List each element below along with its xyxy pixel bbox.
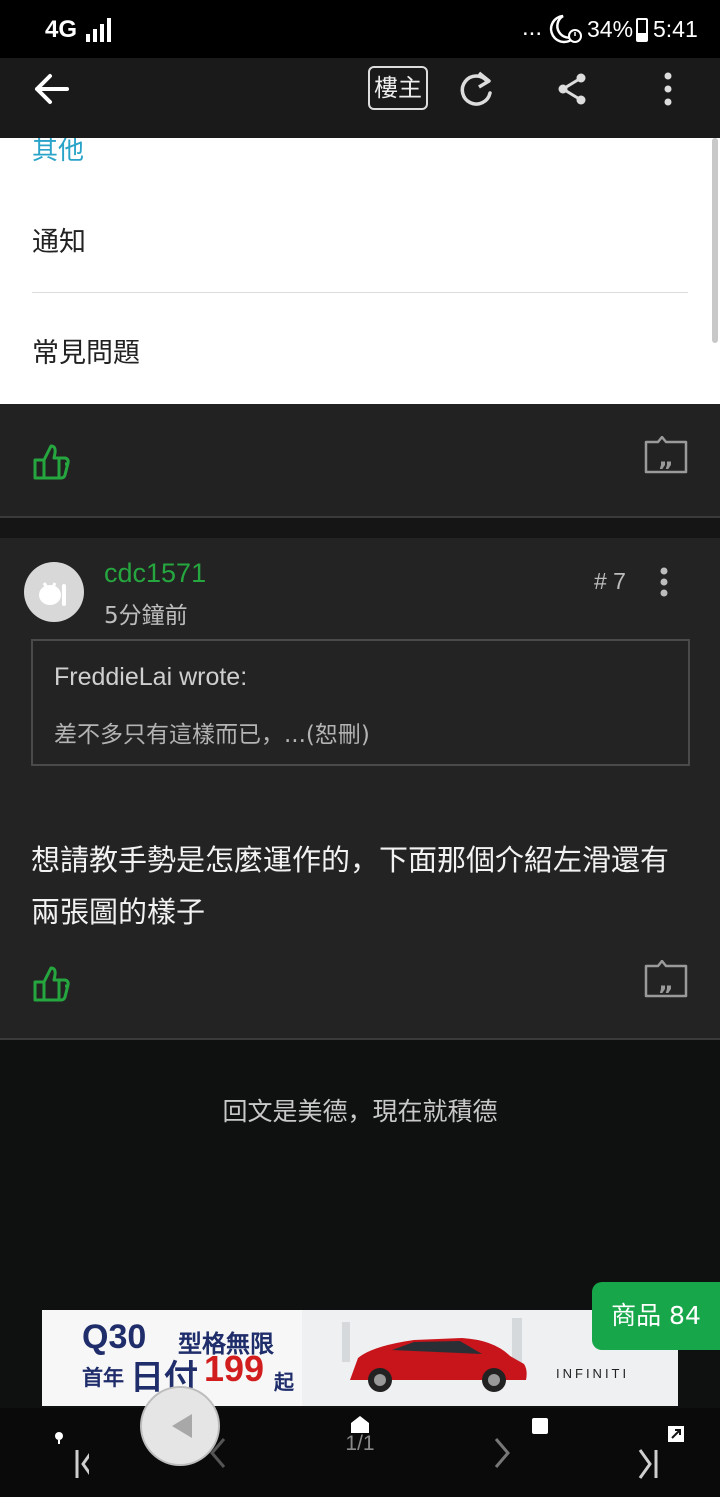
menu-panel: 其他 通知 常見問題 <box>0 138 720 404</box>
post-card: cdc1571 5分鐘前 # 7 FreddieLai wrote: 差不多只有… <box>0 538 720 1040</box>
menu-item-notifications[interactable]: 通知 <box>32 220 86 259</box>
next-page-button[interactable] <box>480 1408 524 1497</box>
quote-text: 差不多只有這樣而已，...(恕刪) <box>54 722 370 748</box>
alarm-moon-icon <box>549 14 582 44</box>
share-icon <box>558 73 586 105</box>
menu-item-faq[interactable]: 常見問題 <box>32 331 140 370</box>
reply-prompt[interactable]: 回文是美德，現在就積德 <box>0 1092 720 1128</box>
back-button[interactable] <box>22 58 82 120</box>
overflow-menu-button[interactable] <box>650 58 686 120</box>
top-toolbar: 樓主 <box>0 58 720 138</box>
share-button[interactable] <box>546 58 598 120</box>
ad-brand: INFINITI <box>556 1366 630 1381</box>
ad-banner[interactable]: Q30 型格無限 首年 日付 199 起 INFINITI <box>42 1310 678 1406</box>
previous-post-footer: „ <box>0 404 720 518</box>
quote-author: FreddieLai wrote: <box>54 663 248 691</box>
ad-suffix: 起 <box>274 1370 294 1394</box>
first-page-icon <box>55 1431 89 1478</box>
refresh-button[interactable] <box>448 58 504 120</box>
op-only-button[interactable]: 樓主 <box>368 66 428 110</box>
post-menu-button[interactable] <box>652 566 676 600</box>
thumbs-up-icon[interactable] <box>32 442 72 482</box>
recent-apps-button[interactable] <box>528 1406 552 1446</box>
battery-icon <box>636 18 648 42</box>
more-notifications: ... <box>522 14 543 41</box>
floor-number: # 7 <box>594 568 626 594</box>
battery-percent: 34% <box>587 16 634 42</box>
page-indicator: 1/1 <box>345 1432 375 1455</box>
floating-back-button[interactable] <box>140 1386 220 1466</box>
arrow-left-icon <box>35 74 69 104</box>
chevron-right-icon <box>494 1437 510 1468</box>
ad-price: 199 <box>204 1348 265 1389</box>
last-page-icon <box>638 1425 684 1479</box>
username-link[interactable]: cdc1571 <box>104 558 206 589</box>
quote-reply-icon[interactable]: „ <box>644 436 688 474</box>
triangle-left-icon <box>172 1414 192 1438</box>
menu-item-other[interactable]: 其他 <box>32 138 84 167</box>
post-body: 想請教手勢是怎麼運作的，下面那個介紹左滑還有兩張圖的樣子 <box>31 843 670 929</box>
avatar[interactable] <box>24 562 84 622</box>
quote-reply-icon[interactable]: „ <box>644 960 688 998</box>
thumbs-up-icon[interactable] <box>32 964 72 1004</box>
signal-icon <box>86 18 111 42</box>
square-icon <box>532 1418 548 1434</box>
scrollbar[interactable] <box>712 138 718 343</box>
first-page-button[interactable] <box>34 1408 104 1497</box>
quote-block[interactable]: FreddieLai wrote: 差不多只有這樣而已，...(恕刪) <box>31 639 690 766</box>
more-vertical-icon <box>660 567 668 597</box>
ad-prefix: 首年 <box>82 1366 124 1390</box>
more-vertical-icon <box>664 72 672 106</box>
user-avatar-icon <box>39 582 66 606</box>
home-icon <box>351 1416 369 1433</box>
refresh-icon <box>460 71 492 106</box>
divider <box>32 292 688 293</box>
status-bar: 4G ... 34% 5:41 <box>0 0 720 58</box>
products-button[interactable]: 商品 84 <box>592 1282 720 1350</box>
clock: 5:41 <box>653 16 698 42</box>
svg-text:„: „ <box>658 968 674 996</box>
network-indicator: 4G <box>45 16 78 43</box>
post-time: 5分鐘前 <box>104 603 188 629</box>
post-separator <box>0 518 720 538</box>
svg-text:„: „ <box>658 444 674 472</box>
last-page-button[interactable] <box>624 1408 688 1497</box>
